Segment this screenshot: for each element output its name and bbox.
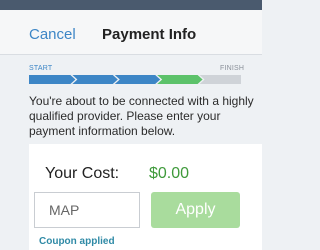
cost-value: $0.00 bbox=[149, 165, 190, 182]
cost-label: Your Cost: bbox=[45, 165, 120, 182]
progress-segment-4 bbox=[157, 75, 203, 84]
coupon-status: Coupon applied bbox=[39, 236, 115, 247]
nav-header: Cancel Payment Info bbox=[0, 10, 262, 55]
progress-segment-5 bbox=[199, 75, 241, 84]
payment-card: Your Cost: $0.00 Apply Coupon applied bbox=[29, 144, 262, 250]
progress-segment-1 bbox=[29, 75, 76, 84]
progress-segment-2 bbox=[72, 75, 118, 84]
progress-segment-3 bbox=[114, 75, 161, 84]
progress-finish-label: FINISH bbox=[220, 65, 245, 72]
status-bar bbox=[0, 0, 262, 10]
progress-start-label: START bbox=[29, 65, 53, 72]
cancel-button[interactable]: Cancel bbox=[29, 26, 76, 44]
progress-bar bbox=[29, 75, 241, 84]
page-title: Payment Info bbox=[102, 26, 197, 43]
apply-button[interactable]: Apply bbox=[151, 192, 240, 228]
intro-text: You're about to be connected with a high… bbox=[29, 94, 254, 138]
coupon-input[interactable] bbox=[34, 192, 140, 228]
